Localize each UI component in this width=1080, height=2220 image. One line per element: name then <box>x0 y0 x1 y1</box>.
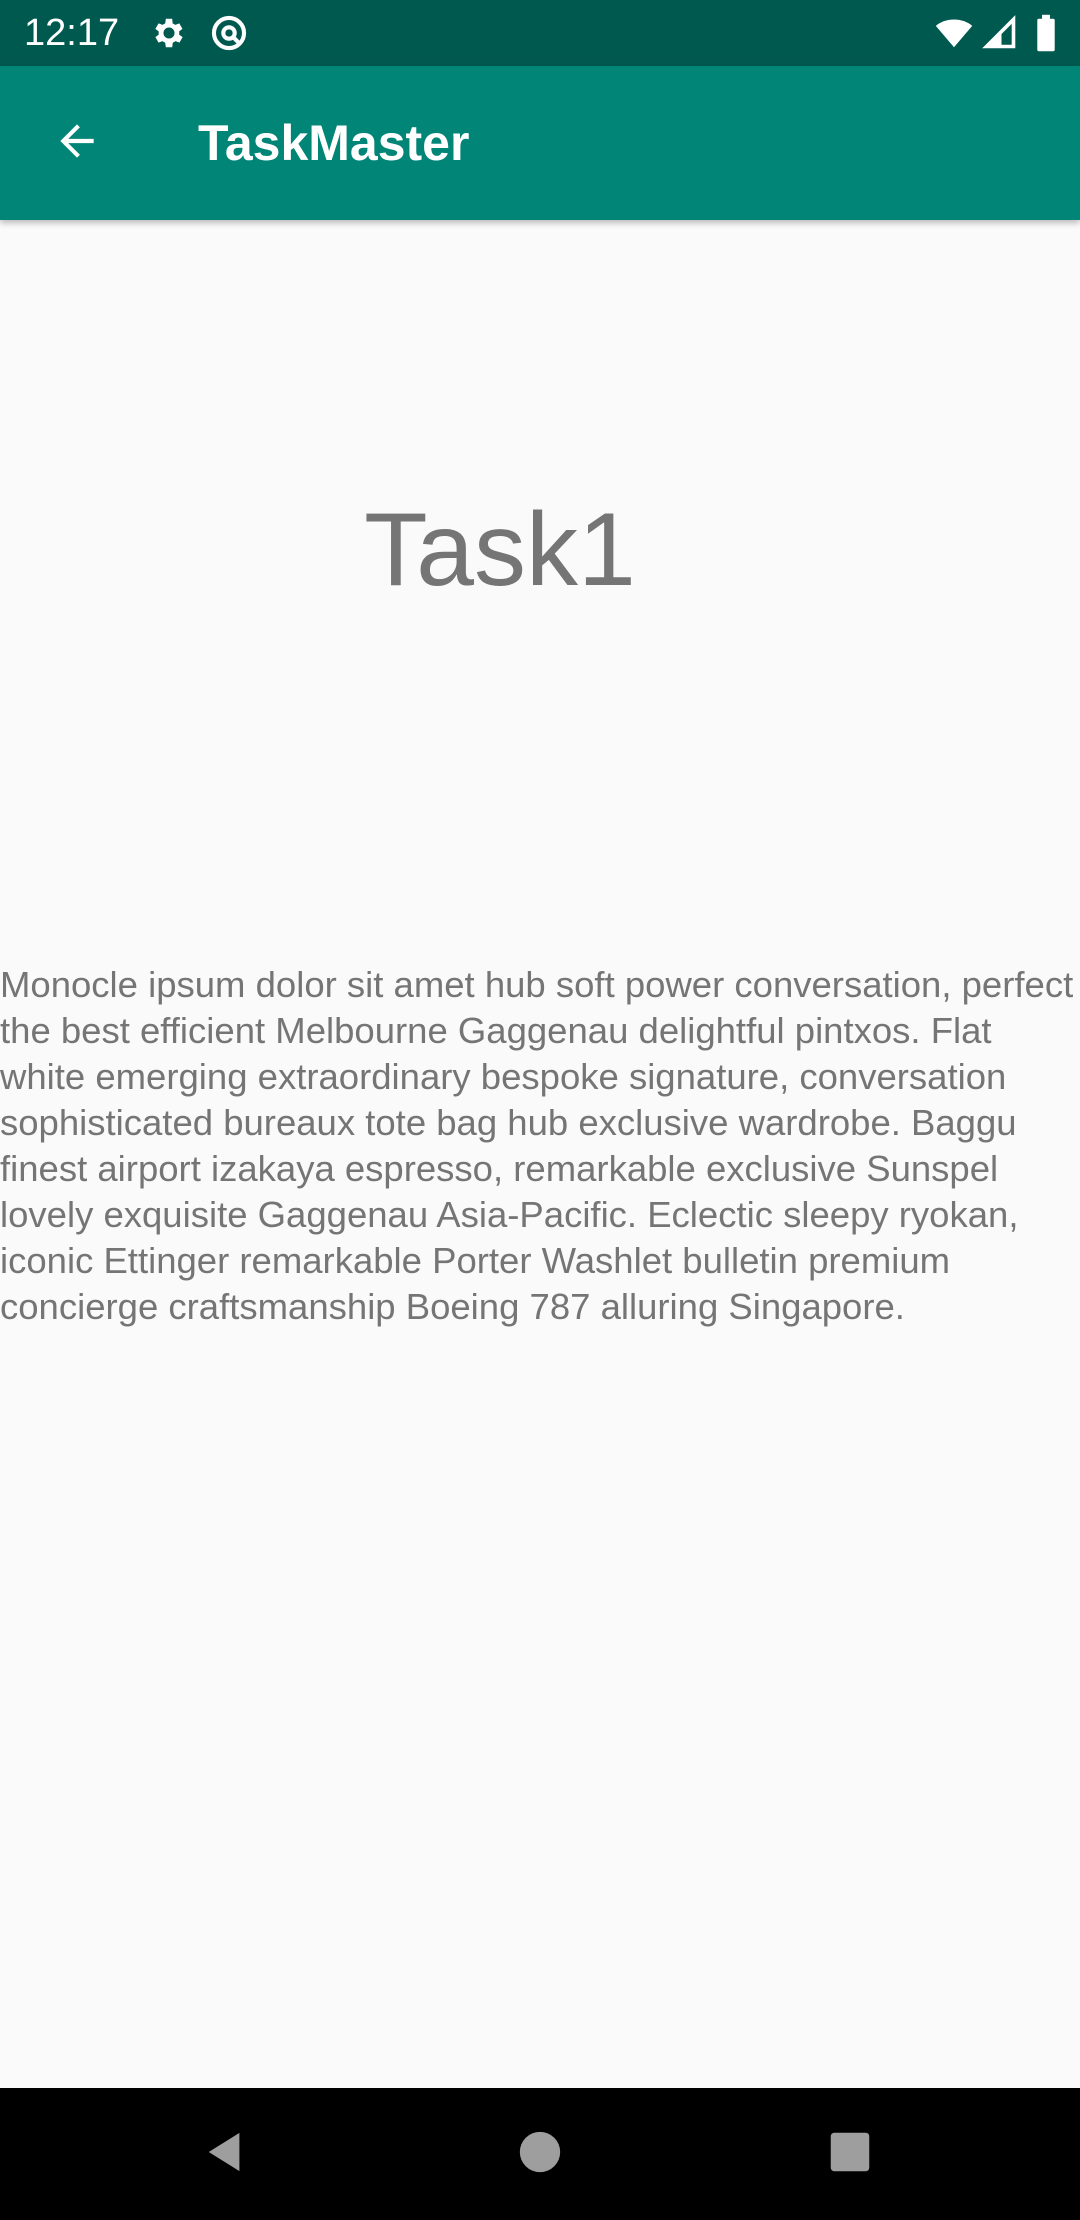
nav-bar <box>0 2088 1080 2220</box>
nav-back-button[interactable] <box>186 2114 266 2194</box>
home-circle-icon <box>518 2130 562 2179</box>
status-bar: 12:17 <box>0 0 1080 66</box>
recents-square-icon <box>829 2131 871 2178</box>
arrow-left-icon <box>52 116 102 171</box>
nav-recents-button[interactable] <box>810 2114 890 2194</box>
wifi-icon <box>934 14 973 52</box>
task-title: Task1 <box>364 492 636 608</box>
cell-signal-icon <box>982 14 1020 52</box>
back-triangle-icon <box>203 2129 249 2180</box>
app-bar: TaskMaster <box>0 66 1080 220</box>
battery-icon <box>1034 14 1058 52</box>
at-sign-icon <box>210 14 248 52</box>
task-detail: Task1 Monocle ipsum dolor sit amet hub s… <box>0 220 1080 2088</box>
app-title: TaskMaster <box>198 115 470 171</box>
status-time: 12:17 <box>24 12 120 54</box>
back-button[interactable] <box>36 102 118 184</box>
nav-home-button[interactable] <box>500 2114 580 2194</box>
task-body: Monocle ipsum dolor sit amet hub soft po… <box>0 964 1074 1327</box>
gear-icon <box>150 14 188 52</box>
